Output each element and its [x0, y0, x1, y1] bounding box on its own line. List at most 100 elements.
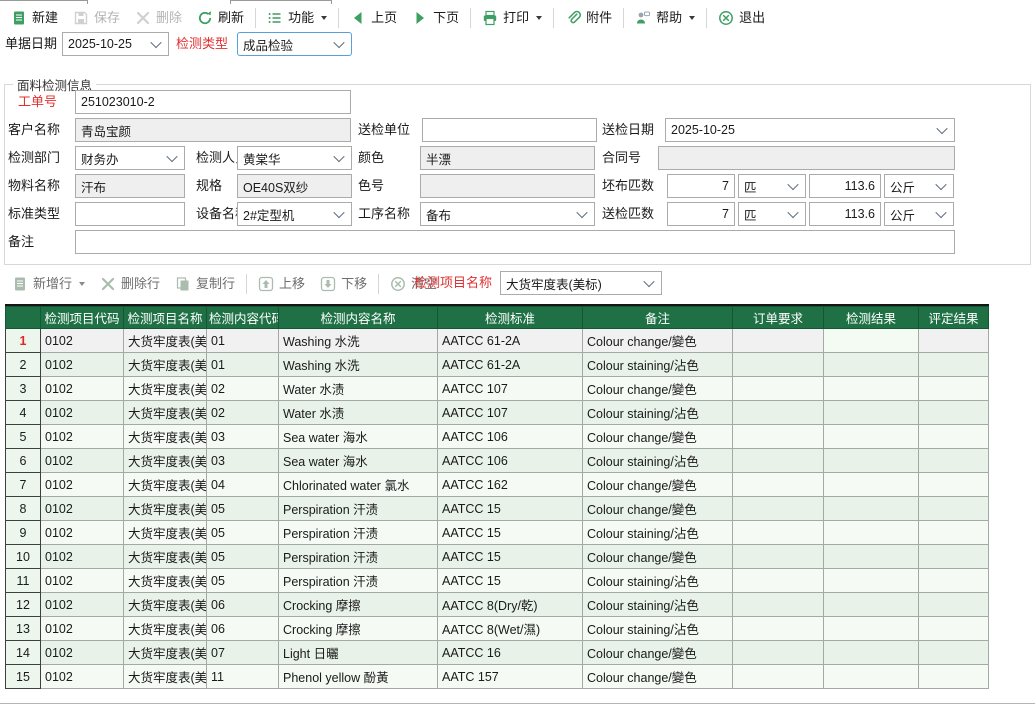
- grid-cell-c-eval[interactable]: [919, 617, 989, 641]
- send_unit-input[interactable]: [422, 118, 597, 142]
- grid-cell-c-eval[interactable]: [919, 569, 989, 593]
- exit-button[interactable]: 退出: [711, 7, 772, 29]
- grid-cell-c-result[interactable]: [824, 617, 919, 641]
- grid-cell-c-code[interactable]: 0102: [41, 545, 124, 569]
- row-number-cell[interactable]: 8: [6, 497, 41, 521]
- grid-cell-c-eval[interactable]: [919, 425, 989, 449]
- row-number-cell[interactable]: 14: [6, 641, 41, 665]
- grid-cell-c-name[interactable]: 大货牢度表(美: [124, 497, 207, 521]
- grid-cell-c-content-name[interactable]: Washing 水洗: [279, 329, 438, 353]
- grid-cell-c-code[interactable]: 0102: [41, 473, 124, 497]
- grid-cell-c-result[interactable]: [824, 353, 919, 377]
- grid-cell-c-remark[interactable]: Colour change/變色: [583, 329, 733, 353]
- grid-cell-c-content-name[interactable]: Perspiration 汗渍: [279, 497, 438, 521]
- grid-cell-c-content-name[interactable]: Perspiration 汗渍: [279, 545, 438, 569]
- grid-cell-c-eval[interactable]: [919, 449, 989, 473]
- grid-cell-c-result[interactable]: [824, 425, 919, 449]
- grid-cell-c-content-code[interactable]: 05: [207, 545, 279, 569]
- grid-cell-c-code[interactable]: 0102: [41, 353, 124, 377]
- row-number-cell[interactable]: 12: [6, 593, 41, 617]
- help-button[interactable]: 帮助: [628, 7, 702, 29]
- send_pieces-weight-unit-combo[interactable]: 公斤: [884, 202, 954, 226]
- grid-cell-c-name[interactable]: 大货牢度表(美: [124, 425, 207, 449]
- grid-cell-c-name[interactable]: 大货牢度表(美: [124, 449, 207, 473]
- send_pieces-unit-combo[interactable]: 匹: [738, 202, 806, 226]
- grid-cell-c-order-req[interactable]: [733, 569, 824, 593]
- grid-cell-c-remark[interactable]: Colour change/變色: [583, 665, 733, 689]
- grid-cell-c-order-req[interactable]: [733, 617, 824, 641]
- print-button[interactable]: 打印: [475, 7, 549, 29]
- grid-cell-c-code[interactable]: 0102: [41, 377, 124, 401]
- grid-cell-c-standard[interactable]: AATCC 61-2A: [438, 329, 583, 353]
- grid-cell-c-name[interactable]: 大货牢度表(美: [124, 401, 207, 425]
- grid-cell-c-standard[interactable]: AATC 157: [438, 665, 583, 689]
- row-number-cell[interactable]: 7: [6, 473, 41, 497]
- prev-page-button[interactable]: 上页: [343, 7, 404, 29]
- grey_pieces-count-input[interactable]: 7: [667, 174, 735, 198]
- grid-cell-c-standard[interactable]: AATCC 8(Wet/濕): [438, 617, 583, 641]
- attachment-button[interactable]: 附件: [558, 7, 619, 29]
- row-number-cell[interactable]: 15: [6, 665, 41, 689]
- grid-cell-c-code[interactable]: 0102: [41, 665, 124, 689]
- grid-cell-c-eval[interactable]: [919, 473, 989, 497]
- grid-cell-c-standard[interactable]: AATCC 107: [438, 401, 583, 425]
- work_order-input[interactable]: 251023010-2: [75, 90, 351, 114]
- grid-cell-c-remark[interactable]: Colour staining/沾色: [583, 353, 733, 377]
- grid-cell-c-content-code[interactable]: 03: [207, 449, 279, 473]
- grid-cell-c-standard[interactable]: AATCC 15: [438, 569, 583, 593]
- grid-cell-c-eval[interactable]: [919, 353, 989, 377]
- grid-cell-c-remark[interactable]: Colour staining/沾色: [583, 593, 733, 617]
- grid-cell-c-eval[interactable]: [919, 329, 989, 353]
- grey_pieces-unit-combo[interactable]: 匹: [738, 174, 806, 198]
- grid-cell-c-result[interactable]: [824, 569, 919, 593]
- row-number-cell[interactable]: 2: [6, 353, 41, 377]
- grid-cell-c-name[interactable]: 大货牢度表(美: [124, 569, 207, 593]
- grid-cell-c-result[interactable]: [824, 641, 919, 665]
- grid-cell-c-content-name[interactable]: Water 水渍: [279, 401, 438, 425]
- row-number-cell[interactable]: 9: [6, 521, 41, 545]
- grid-cell-c-order-req[interactable]: [733, 593, 824, 617]
- grid-cell-c-order-req[interactable]: [733, 497, 824, 521]
- process-combo[interactable]: 备布: [420, 202, 595, 226]
- check-type-combo[interactable]: 成品检验: [237, 32, 352, 56]
- grid-cell-c-content-name[interactable]: Sea water 海水: [279, 449, 438, 473]
- grid-cell-c-name[interactable]: 大货牢度表(美: [124, 641, 207, 665]
- dept-combo[interactable]: 财务办: [75, 146, 185, 170]
- grid-cell-c-order-req[interactable]: [733, 377, 824, 401]
- remark-input[interactable]: [75, 230, 955, 254]
- grid-cell-c-eval[interactable]: [919, 521, 989, 545]
- grid-cell-c-content-name[interactable]: Washing 水洗: [279, 353, 438, 377]
- grid-cell-c-name[interactable]: 大货牢度表(美: [124, 521, 207, 545]
- grid-cell-c-content-code[interactable]: 03: [207, 425, 279, 449]
- row-number-cell[interactable]: 10: [6, 545, 41, 569]
- grid-cell-c-standard[interactable]: AATCC 15: [438, 521, 583, 545]
- grid-cell-c-code[interactable]: 0102: [41, 569, 124, 593]
- grid-cell-c-content-code[interactable]: 02: [207, 401, 279, 425]
- grid-cell-c-standard[interactable]: AATCC 15: [438, 545, 583, 569]
- move-down-button[interactable]: 下移: [313, 273, 374, 295]
- grid-cell-c-standard[interactable]: AATCC 107: [438, 377, 583, 401]
- grid-cell-c-eval[interactable]: [919, 497, 989, 521]
- grid-cell-c-code[interactable]: 0102: [41, 617, 124, 641]
- grid-cell-c-eval[interactable]: [919, 641, 989, 665]
- grid-cell-c-code[interactable]: 0102: [41, 641, 124, 665]
- grid-cell-c-remark[interactable]: Colour staining/沾色: [583, 449, 733, 473]
- grid-cell-c-name[interactable]: 大货牢度表(美: [124, 617, 207, 641]
- grid-cell-c-order-req[interactable]: [733, 641, 824, 665]
- grid-cell-c-content-name[interactable]: Perspiration 汗渍: [279, 569, 438, 593]
- grid-cell-c-remark[interactable]: Colour change/變色: [583, 641, 733, 665]
- grid-cell-c-result[interactable]: [824, 521, 919, 545]
- grid-cell-c-code[interactable]: 0102: [41, 425, 124, 449]
- inspector-combo[interactable]: 黄棠华: [237, 146, 352, 170]
- grid-cell-c-order-req[interactable]: [733, 401, 824, 425]
- grid-cell-c-remark[interactable]: Colour staining/沾色: [583, 617, 733, 641]
- grid-cell-c-content-code[interactable]: 05: [207, 569, 279, 593]
- grid-cell-c-standard[interactable]: AATCC 16: [438, 641, 583, 665]
- send_pieces-weight-input[interactable]: 113.6: [809, 202, 881, 226]
- grey_pieces-weight-unit-combo[interactable]: 公斤: [884, 174, 954, 198]
- grid-cell-c-remark[interactable]: Colour staining/沾色: [583, 521, 733, 545]
- grid-cell-c-name[interactable]: 大货牢度表(美: [124, 353, 207, 377]
- grid-cell-c-name[interactable]: 大货牢度表(美: [124, 665, 207, 689]
- grid-cell-c-code[interactable]: 0102: [41, 497, 124, 521]
- grid-cell-c-standard[interactable]: AATCC 162: [438, 473, 583, 497]
